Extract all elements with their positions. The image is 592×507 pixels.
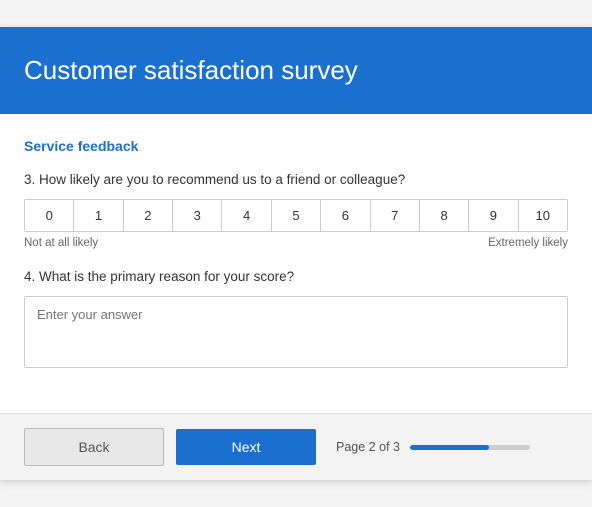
survey-body: Service feedback 3. How likely are you t… bbox=[0, 114, 592, 413]
question-4-block: 4. What is the primary reason for your s… bbox=[24, 269, 568, 373]
page-indicator: Page 2 of 3 bbox=[336, 440, 530, 454]
likert-labels: Not at all likely Extremely likely bbox=[24, 237, 568, 249]
likert-7[interactable]: 7 bbox=[371, 200, 420, 231]
likert-container: 0 1 2 3 4 5 6 7 8 9 10 Not at all likely… bbox=[24, 199, 568, 249]
progress-bar-fill bbox=[410, 445, 489, 450]
likert-1[interactable]: 1 bbox=[74, 200, 123, 231]
likert-5[interactable]: 5 bbox=[272, 200, 321, 231]
likert-3[interactable]: 3 bbox=[173, 200, 222, 231]
survey-container: Customer satisfaction survey Service fee… bbox=[0, 27, 592, 480]
likert-label-left: Not at all likely bbox=[24, 237, 98, 249]
likert-label-right: Extremely likely bbox=[488, 237, 568, 249]
likert-9[interactable]: 9 bbox=[469, 200, 518, 231]
likert-2[interactable]: 2 bbox=[124, 200, 173, 231]
likert-10[interactable]: 10 bbox=[519, 200, 567, 231]
likert-8[interactable]: 8 bbox=[420, 200, 469, 231]
back-button[interactable]: Back bbox=[24, 428, 164, 466]
survey-header: Customer satisfaction survey bbox=[0, 27, 592, 114]
likert-0[interactable]: 0 bbox=[25, 200, 74, 231]
section-title: Service feedback bbox=[24, 138, 568, 154]
question-3-block: 3. How likely are you to recommend us to… bbox=[24, 172, 568, 249]
next-button[interactable]: Next bbox=[176, 429, 316, 465]
question-3-text: 3. How likely are you to recommend us to… bbox=[24, 172, 568, 187]
survey-footer: Back Next Page 2 of 3 bbox=[0, 413, 592, 480]
survey-title: Customer satisfaction survey bbox=[24, 55, 568, 86]
likert-4[interactable]: 4 bbox=[222, 200, 271, 231]
question-4-text: 4. What is the primary reason for your s… bbox=[24, 269, 568, 284]
likert-6[interactable]: 6 bbox=[321, 200, 370, 231]
likert-scale: 0 1 2 3 4 5 6 7 8 9 10 bbox=[24, 199, 568, 232]
answer-textarea[interactable] bbox=[24, 296, 568, 368]
progress-bar-track bbox=[410, 445, 530, 450]
page-text: Page 2 of 3 bbox=[336, 440, 400, 454]
